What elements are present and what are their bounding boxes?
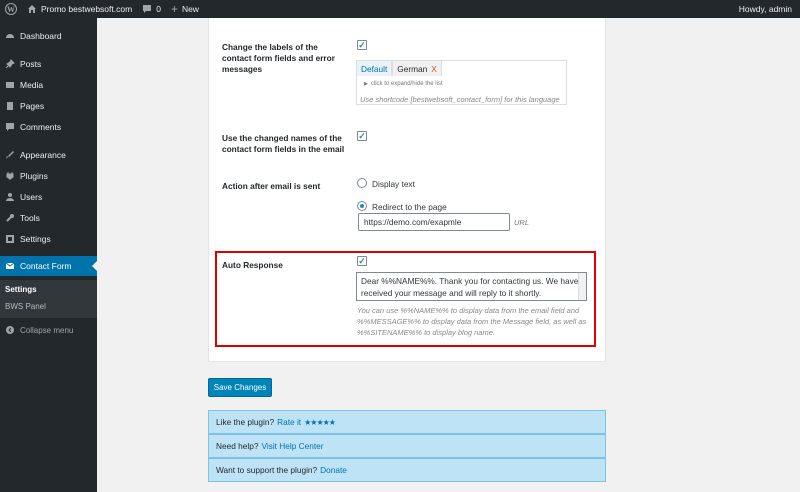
use-changed-names-checkbox[interactable]: ✓ xyxy=(357,131,367,141)
sidebar-item-label: Media xyxy=(20,80,44,90)
info-row-rate: Like the plugin? Rate it ★★★★★ xyxy=(208,410,606,434)
sidebar-item-appearance[interactable]: Appearance xyxy=(0,145,97,165)
sidebar-item-label: Settings xyxy=(20,234,51,244)
sidebar-item-pages[interactable]: Pages xyxy=(0,96,97,116)
collapse-icon xyxy=(5,325,15,335)
auto-response-label: Auto Response xyxy=(222,260,283,270)
sidebar-item-posts[interactable]: Posts xyxy=(0,54,97,74)
site-name: Promo bestwebsoft.com xyxy=(41,4,133,14)
help-text: Need help? xyxy=(216,441,259,451)
info-row-help: Need help? Visit Help Center xyxy=(208,434,606,458)
greeting: Howdy, admin xyxy=(738,4,792,14)
user-icon xyxy=(5,192,15,202)
comment-icon xyxy=(5,122,15,132)
sidebar-item-label: Tools xyxy=(20,213,40,223)
settings-icon xyxy=(5,234,15,244)
brush-icon xyxy=(5,150,15,160)
auto-response-text: Dear %%NAME%%. Thank you for contacting … xyxy=(361,276,579,298)
save-changes-button[interactable]: Save Changes xyxy=(208,378,272,397)
use-changed-names-label: Use the changed names of the contact for… xyxy=(222,133,345,154)
language-tabs: Default German X xyxy=(356,60,442,76)
change-labels-label: Change the labels of the contact form fi… xyxy=(222,42,335,74)
new-content-link[interactable]: + New xyxy=(166,0,204,18)
display-text-radio[interactable] xyxy=(357,178,367,188)
tab-german-label: German xyxy=(397,63,428,74)
textarea-scrollbar[interactable] xyxy=(578,273,586,300)
sidebar-item-comments[interactable]: Comments xyxy=(0,117,97,137)
submenu-item-bws-panel[interactable]: BWS Panel xyxy=(5,302,46,311)
admin-sidebar: Dashboard Posts Media Pages Comments App… xyxy=(0,18,97,492)
redirect-url-input[interactable] xyxy=(358,213,510,231)
account-menu[interactable]: Howdy, admin xyxy=(734,0,800,18)
tab-german-language[interactable]: German X xyxy=(392,60,442,76)
url-label: URL xyxy=(514,218,530,227)
sidebar-item-label: Pages xyxy=(20,101,45,111)
expand-list-toggle[interactable]: ▶ click to expand/hide the list xyxy=(364,81,443,87)
submenu-item-settings[interactable]: Settings xyxy=(5,285,37,294)
new-label: New xyxy=(181,4,199,14)
triangle-right-icon: ▶ xyxy=(364,81,368,87)
plugin-icon xyxy=(5,171,15,181)
plus-icon: + xyxy=(170,2,178,16)
pages-icon xyxy=(5,101,15,111)
tab-default-language[interactable]: Default xyxy=(356,60,393,76)
rating-stars[interactable]: ★★★★★ xyxy=(304,418,336,427)
sidebar-item-label: Posts xyxy=(20,59,42,69)
admin-bar: W Promo bestwebsoft.com 0 + New Howdy, a… xyxy=(0,0,800,18)
media-icon xyxy=(5,80,15,90)
home-icon xyxy=(28,5,36,13)
sidebar-item-label: Dashboard xyxy=(20,31,62,41)
shortcode-hint: Use shortcode [bestwebsoft_contact_form]… xyxy=(360,95,560,104)
redirect-page-radio[interactable] xyxy=(357,201,367,211)
wordpress-icon: W xyxy=(5,3,17,15)
rate-link[interactable]: Rate it xyxy=(277,417,301,427)
redirect-page-label: Redirect to the page xyxy=(372,202,447,212)
info-row-support: Want to support the plugin? Donate xyxy=(208,458,606,482)
help-center-link[interactable]: Visit Help Center xyxy=(261,441,323,451)
wrench-icon xyxy=(5,213,15,223)
dashboard-icon xyxy=(5,31,15,41)
sidebar-item-label: Plugins xyxy=(20,171,48,181)
sidebar-item-dashboard[interactable]: Dashboard xyxy=(0,26,97,46)
sidebar-item-users[interactable]: Users xyxy=(0,187,97,207)
action-after-label: Action after email is sent xyxy=(222,181,321,191)
pin-icon xyxy=(5,59,15,69)
sidebar-item-label: Users xyxy=(20,192,43,202)
donate-link[interactable]: Donate xyxy=(320,465,347,475)
sidebar-item-label: Comments xyxy=(20,122,62,132)
auto-response-textarea[interactable]: Dear %%NAME%%. Thank you for contacting … xyxy=(356,272,587,301)
sidebar-item-contact-form[interactable]: Contact Form xyxy=(0,256,97,276)
remove-language-icon[interactable]: X xyxy=(431,64,437,74)
sidebar-item-settings[interactable]: Settings xyxy=(0,229,97,249)
expand-hint: click to expand/hide the list xyxy=(370,81,443,87)
contact-form-submenu: Settings BWS Panel xyxy=(0,280,97,318)
comment-icon xyxy=(143,5,152,13)
display-text-label: Display text xyxy=(372,179,415,189)
auto-response-hint: You can use %%NAME%% to display data fro… xyxy=(357,306,587,337)
support-text: Want to support the plugin? xyxy=(216,465,318,475)
wp-logo-menu[interactable]: W xyxy=(0,0,22,18)
like-text: Like the plugin? xyxy=(216,417,275,427)
site-name-link[interactable]: Promo bestwebsoft.com xyxy=(22,0,137,18)
collapse-menu-button[interactable]: Collapse menu xyxy=(0,320,97,340)
sidebar-item-tools[interactable]: Tools xyxy=(0,208,97,228)
sidebar-item-plugins[interactable]: Plugins xyxy=(0,166,97,186)
comments-count: 0 xyxy=(156,4,161,14)
sidebar-item-media[interactable]: Media xyxy=(0,75,97,95)
auto-response-checkbox[interactable]: ✓ xyxy=(357,256,367,266)
sidebar-item-label: Contact Form xyxy=(20,261,72,271)
sidebar-item-label: Collapse menu xyxy=(20,325,74,335)
envelope-icon xyxy=(5,261,15,271)
sidebar-item-label: Appearance xyxy=(20,150,66,160)
comments-link[interactable]: 0 xyxy=(137,0,166,18)
change-labels-checkbox[interactable]: ✓ xyxy=(357,40,367,50)
